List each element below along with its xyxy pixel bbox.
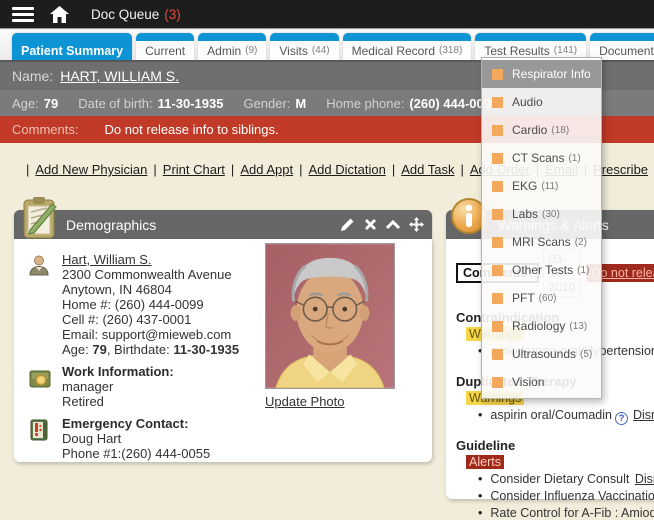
menu-item-labs[interactable]: Labs(30) bbox=[482, 200, 601, 228]
menu-item-other-tests[interactable]: Other Tests(1) bbox=[482, 256, 601, 284]
duplicated-therapy-item: •aspirin oral/Coumadin?Dismiss bbox=[478, 408, 654, 425]
add-appt-link[interactable]: Add Appt bbox=[240, 162, 293, 177]
cell-phone-line: Cell #: (260) 437-0001 bbox=[62, 312, 191, 327]
guideline-item: •Consider Dietary Consult Dismiss bbox=[478, 472, 654, 486]
home-phone-line: Home #: (260) 444-0099 bbox=[62, 297, 204, 312]
guideline-item: •Rate Control for A-Fib : Amiodarone bbox=[478, 506, 654, 520]
print-chart-link[interactable]: Print Chart bbox=[163, 162, 225, 177]
patient-age: 79 bbox=[44, 96, 58, 111]
address-line1: 2300 Commonwealth Avenue bbox=[62, 267, 232, 282]
tab-admin[interactable]: Admin(9) bbox=[198, 33, 266, 60]
menu-item-respirator-info[interactable]: Respirator Info bbox=[482, 60, 601, 88]
patient-gender: M bbox=[295, 96, 306, 111]
tab-bar: Patient Summary Current Admin(9) Visits(… bbox=[0, 30, 654, 60]
menu-item-cardio[interactable]: Cardio(18) bbox=[482, 116, 601, 144]
demographics-body: Hart, William S. 2300 Commonwealth Avenu… bbox=[14, 239, 432, 462]
orange-square-icon bbox=[492, 97, 503, 108]
test-results-dropdown: Respirator Info Audio Cardio(18) CT Scan… bbox=[481, 57, 602, 399]
work-line-1: manager bbox=[62, 379, 113, 394]
menu-item-ultrasounds[interactable]: Ultrasounds(5) bbox=[482, 340, 601, 368]
home-icon[interactable] bbox=[50, 6, 69, 23]
tab-current[interactable]: Current bbox=[136, 33, 194, 60]
orange-square-icon bbox=[492, 237, 503, 248]
demographics-panel: Demographics bbox=[14, 210, 432, 462]
app-title: Doc Queue bbox=[91, 7, 159, 22]
email-line: Email: support@mieweb.com bbox=[62, 327, 231, 342]
briefcase-icon bbox=[28, 364, 62, 409]
name-label: Name: bbox=[12, 68, 53, 84]
orange-square-icon bbox=[492, 349, 503, 360]
orange-square-icon bbox=[492, 69, 503, 80]
orange-square-icon bbox=[492, 209, 503, 220]
orange-square-icon bbox=[492, 265, 503, 276]
menu-item-pft[interactable]: PFT(60) bbox=[482, 284, 601, 312]
add-task-link[interactable]: Add Task bbox=[401, 162, 454, 177]
menu-item-ekg[interactable]: EKG(11) bbox=[482, 172, 601, 200]
patient-name-demo-link[interactable]: Hart, William S. bbox=[62, 252, 152, 267]
hamburger-menu-icon[interactable] bbox=[12, 7, 34, 22]
edit-icon[interactable] bbox=[340, 217, 355, 232]
emergency-phone: Phone #1:(260) 444-0055 bbox=[62, 446, 210, 461]
work-info-title: Work Information: bbox=[62, 364, 174, 379]
age-value: 79 bbox=[92, 342, 106, 357]
doc-queue-count: (3) bbox=[164, 7, 181, 22]
patient-name-link[interactable]: HART, WILLIAM S. bbox=[60, 68, 179, 84]
orange-square-icon bbox=[492, 153, 503, 164]
help-icon[interactable]: ? bbox=[615, 412, 628, 425]
birthdate-value: 11-30-1935 bbox=[173, 342, 239, 357]
demographics-title: Demographics bbox=[66, 217, 156, 233]
menu-item-audio[interactable]: Audio bbox=[482, 88, 601, 116]
clipboard-icon bbox=[18, 194, 64, 243]
top-bar: Doc Queue (3) bbox=[0, 0, 654, 29]
dismiss-link[interactable]: Dismiss bbox=[633, 408, 654, 422]
tab-patient-summary[interactable]: Patient Summary bbox=[12, 33, 132, 60]
guideline-item: •Consider Influenza Vaccination Dismiss bbox=[478, 489, 654, 503]
orange-square-icon bbox=[492, 181, 503, 192]
demographics-header: Demographics bbox=[14, 210, 432, 239]
tab-visits[interactable]: Visits(44) bbox=[270, 33, 338, 60]
move-icon[interactable] bbox=[409, 217, 424, 232]
emergency-contact-block: Emergency Contact: Doug Hart Phone #1:(2… bbox=[28, 416, 420, 461]
emergency-name: Doug Hart bbox=[62, 431, 121, 446]
tab-test-results[interactable]: Test Results(141) bbox=[475, 33, 586, 60]
menu-item-ct-scans[interactable]: CT Scans(1) bbox=[482, 144, 601, 172]
emergency-book-icon bbox=[28, 416, 62, 461]
patient-dob: 11-30-1935 bbox=[158, 96, 224, 111]
menu-item-mri-scans[interactable]: MRI Scans(2) bbox=[482, 228, 601, 256]
tab-medical-record[interactable]: Medical Record(318) bbox=[343, 33, 472, 60]
menu-item-vision[interactable]: Vision bbox=[482, 368, 601, 396]
work-line-2: Retired bbox=[62, 394, 104, 409]
emergency-contact-title: Emergency Contact: bbox=[62, 416, 188, 431]
orange-square-icon bbox=[492, 293, 503, 304]
guideline-title: Guideline bbox=[456, 438, 654, 453]
guideline-alerts-badge: Alerts bbox=[466, 455, 504, 469]
comments-text: Do not release info to siblings. bbox=[104, 122, 278, 137]
guideline-section: Guideline Alerts •Consider Dietary Consu… bbox=[456, 438, 654, 520]
collapse-chevron-up-icon[interactable] bbox=[386, 220, 400, 230]
add-dictation-link[interactable]: Add Dictation bbox=[308, 162, 385, 177]
address-line2: Anytown, IN 46804 bbox=[62, 282, 172, 297]
tab-documents[interactable]: Documents bbox=[590, 33, 654, 60]
patient-photo bbox=[265, 243, 395, 389]
update-photo-link[interactable]: Update Photo bbox=[265, 394, 345, 409]
dismiss-link[interactable]: Dismiss bbox=[635, 472, 654, 486]
orange-square-icon bbox=[492, 125, 503, 136]
orange-square-icon bbox=[492, 377, 503, 388]
orange-square-icon bbox=[492, 321, 503, 332]
add-new-physician-link[interactable]: Add New Physician bbox=[35, 162, 147, 177]
close-icon[interactable] bbox=[364, 218, 377, 231]
patient-photo-block: Update Photo bbox=[265, 243, 397, 409]
menu-item-radiology[interactable]: Radiology(13) bbox=[482, 312, 601, 340]
person-icon bbox=[28, 252, 62, 357]
